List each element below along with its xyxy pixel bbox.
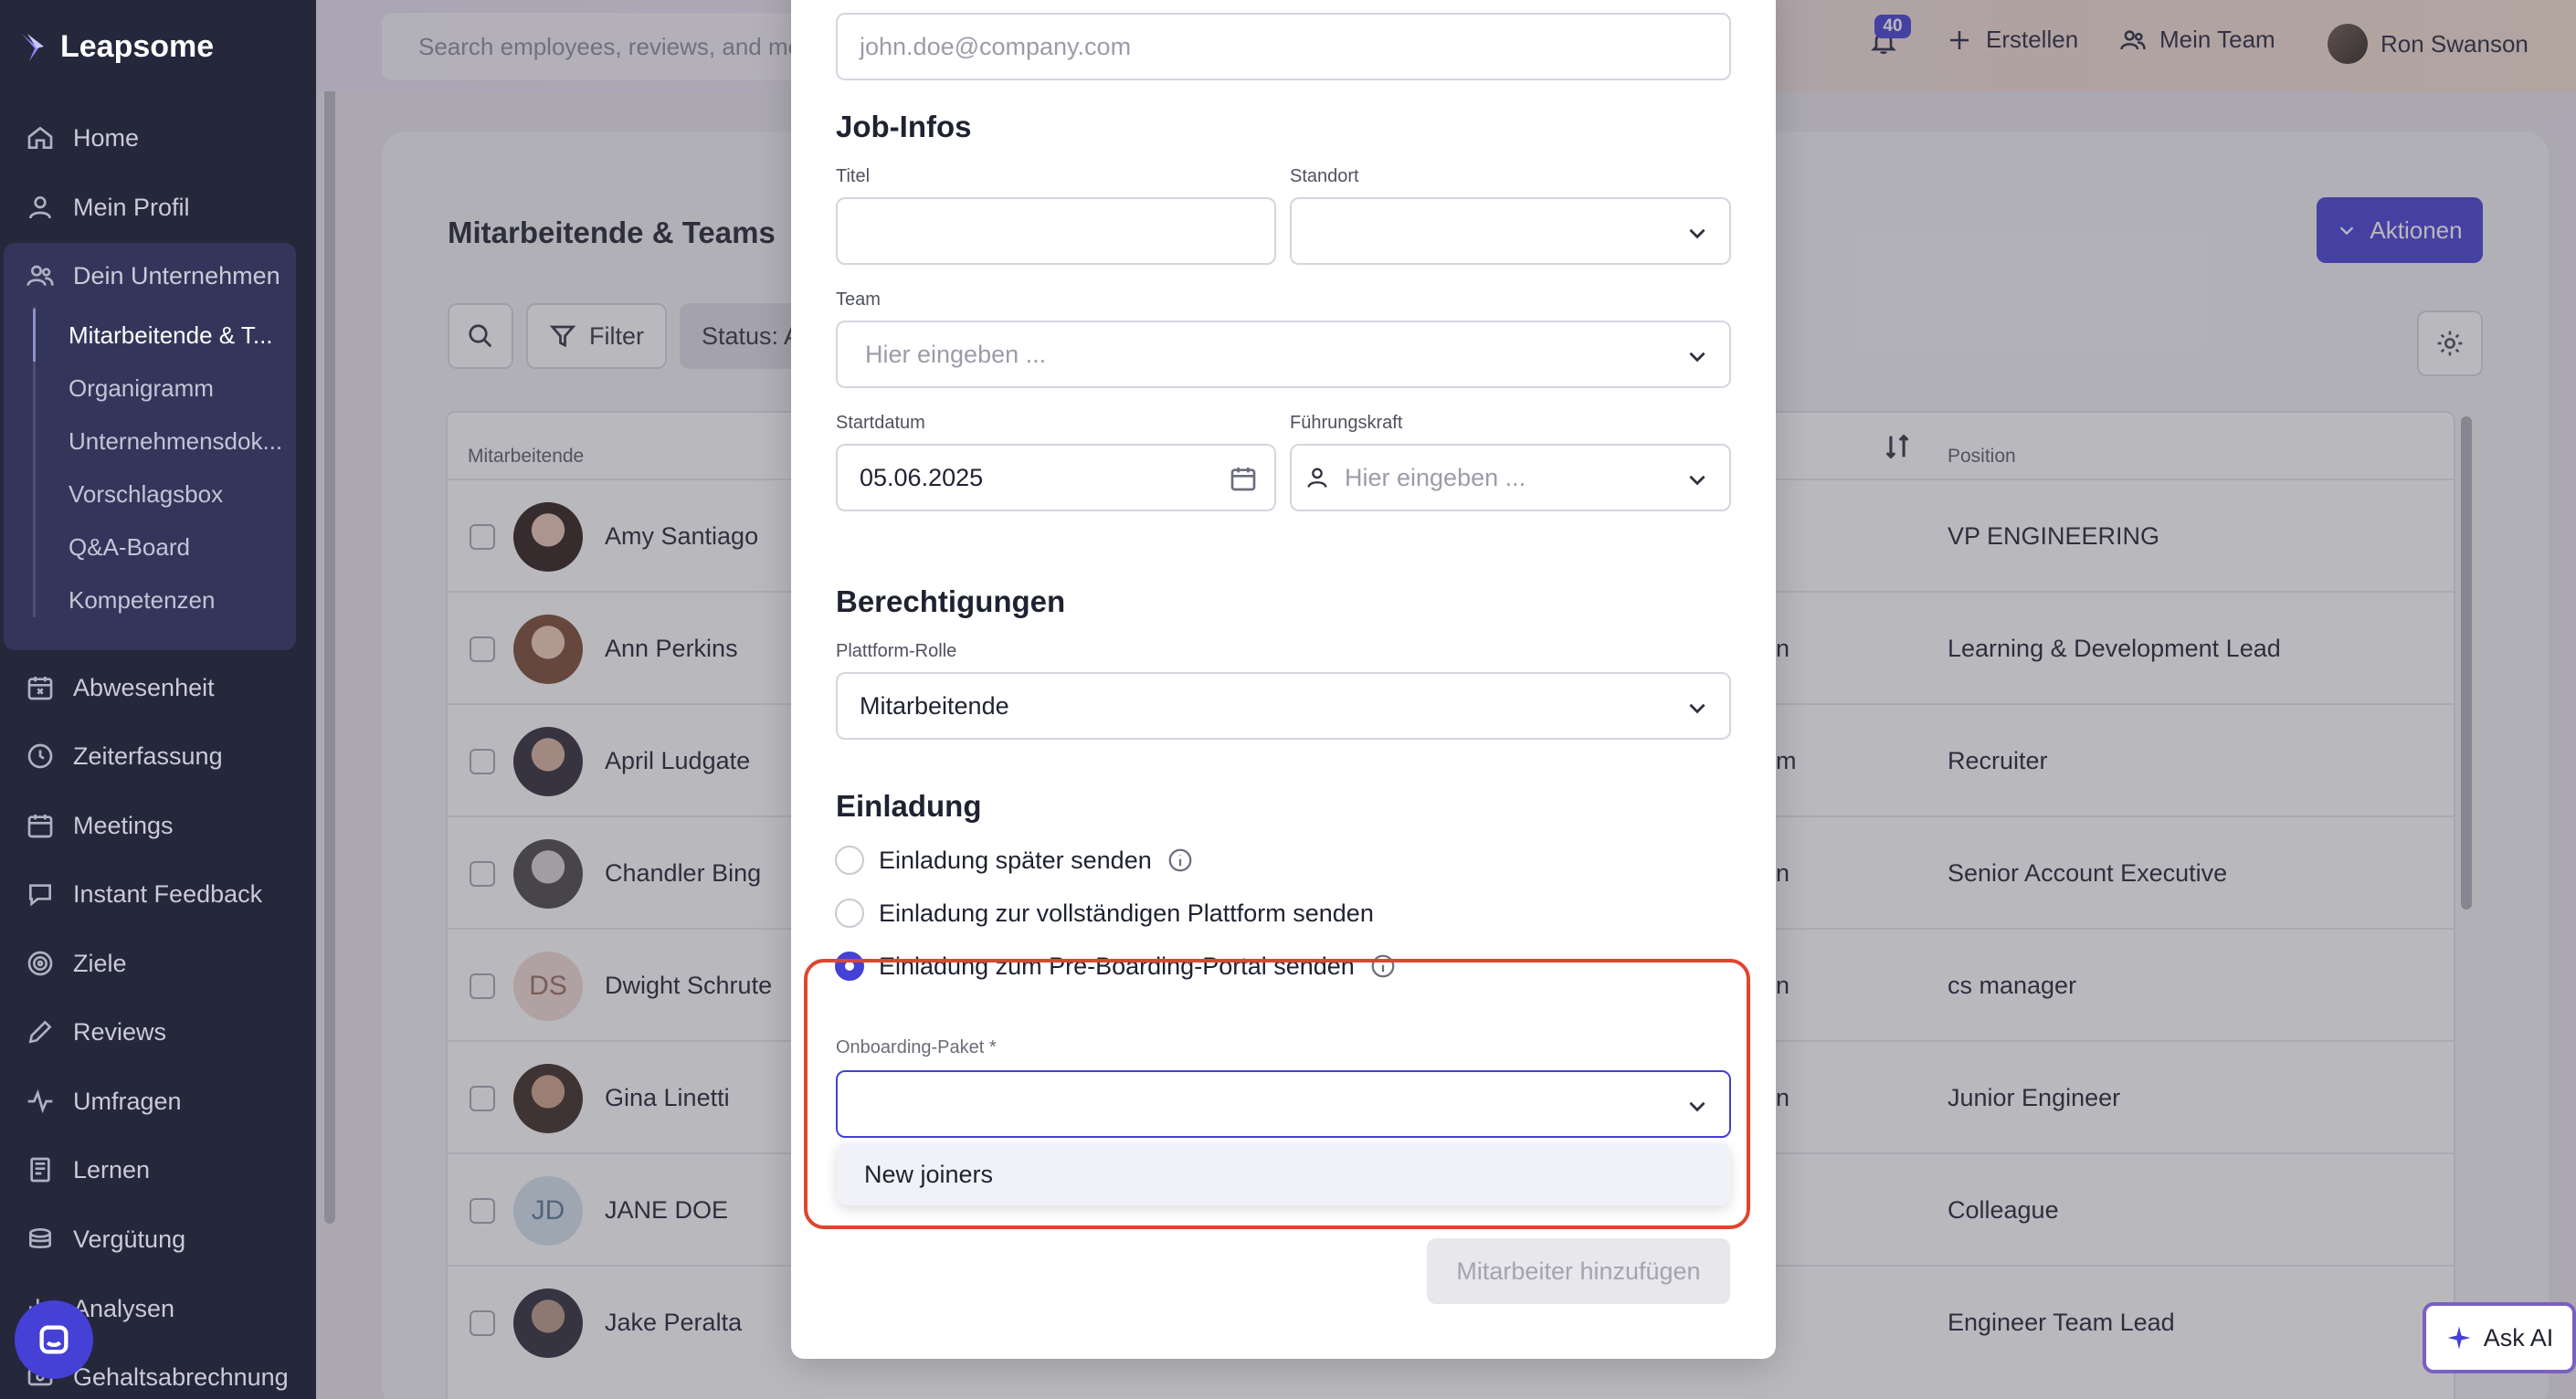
sidebar-item-surveys[interactable]: Umfragen (26, 1074, 182, 1129)
chevron-down-icon (1689, 703, 1705, 714)
manager-select[interactable]: Hier eingeben ... (1290, 444, 1731, 511)
add-employee-button[interactable]: Mitarbeiter hinzufügen (1427, 1238, 1730, 1304)
sidebar-item-label: Gehaltsabrechnung (73, 1362, 289, 1391)
radio-button[interactable] (835, 846, 864, 875)
sidebar-item-learning[interactable]: Lernen (26, 1142, 150, 1197)
sidebar-item-feedback[interactable]: Instant Feedback (26, 867, 262, 921)
app-logo[interactable]: Leapsome (20, 29, 214, 65)
clock-icon (27, 743, 53, 769)
platform-role-select[interactable]: Mitarbeitende (836, 672, 1731, 740)
title-label: Titel (836, 166, 871, 186)
permissions-heading: Berechtigungen (836, 584, 1066, 618)
sidebar-item-label: Zeiterfassung (73, 742, 223, 770)
sidebar-item-company[interactable]: Dein Unternehmen (26, 248, 280, 303)
option-label: Einladung zur vollständigen Plattform se… (879, 899, 1374, 927)
ask-ai-button[interactable]: Ask AI (2423, 1302, 2576, 1373)
sidebar-subitem-competencies[interactable]: Kompetenzen (69, 577, 215, 623)
sidebar-item-meetings[interactable]: Meetings (26, 798, 174, 853)
sidebar-subitem-qa[interactable]: Q&A-Board (69, 524, 190, 570)
home-icon (27, 126, 53, 149)
sidebar-item-label: Instant Feedback (73, 879, 263, 908)
sidebar-item-home[interactable]: Home (26, 110, 139, 165)
invitation-heading: Einladung (836, 789, 982, 823)
info-icon[interactable] (1167, 847, 1194, 874)
sidebar-item-label: Reviews (73, 1017, 167, 1046)
calendar-icon (27, 815, 53, 838)
manager-placeholder: Hier eingeben ... (1345, 463, 1526, 491)
sidebar-item-profile[interactable]: Mein Profil (26, 180, 190, 235)
sidebar-item-label: Meetings (73, 811, 174, 839)
role-value: Mitarbeitende (860, 691, 1009, 720)
sidebar-item-label: Dein Unternehmen (73, 261, 280, 289)
chat-icon (29, 884, 51, 907)
user-icon (1307, 468, 1327, 488)
sidebar-item-label: Analysen (73, 1294, 175, 1322)
email-field[interactable]: john.doe@company.com (836, 13, 1731, 80)
sidebar-subitem-employees[interactable]: Mitarbeitende & T... (69, 312, 273, 358)
chat-icon (39, 1325, 69, 1354)
sidebar-subitem-suggestions[interactable]: Vorschlagsbox (69, 471, 223, 517)
sidebar-item-label: Vergütung (73, 1225, 186, 1253)
start-date-label: Startdatum (836, 413, 925, 433)
radio-button[interactable] (835, 899, 864, 928)
job-info-heading: Job-Infos (836, 110, 972, 143)
location-label: Standort (1290, 166, 1359, 186)
option-label: New joiners (864, 1160, 994, 1188)
leapsome-logo-icon (22, 33, 44, 61)
sidebar-item-label: Lernen (73, 1155, 151, 1183)
invite-full-platform-option[interactable]: Einladung zur vollständigen Plattform se… (835, 899, 1374, 928)
team-label: Team (836, 289, 881, 310)
book-icon (30, 1157, 50, 1183)
chevron-down-icon (1689, 228, 1705, 239)
sidebar-item-label: Mein Profil (73, 193, 190, 221)
calendar-icon[interactable] (1229, 464, 1258, 493)
sidebar-item-label: Ziele (73, 949, 127, 977)
sidebar-item-reviews[interactable]: Reviews (26, 1005, 166, 1059)
start-date-value: 05.06.2025 (860, 463, 984, 491)
ask-ai-label: Ask AI (2483, 1323, 2554, 1352)
sidebar-item-goals[interactable]: Ziele (26, 936, 127, 991)
team-select[interactable]: Hier eingeben ... (836, 321, 1731, 388)
sidebar: Leapsome Home Mein Profil Dein Unternehm… (0, 0, 316, 1399)
option-label: Einladung später senden (879, 846, 1152, 874)
dropdown-option-new-joiners[interactable]: New joiners (837, 1143, 1730, 1205)
sparkle-icon (2447, 1326, 2471, 1350)
target-icon (27, 951, 53, 976)
sidebar-item-absence[interactable]: Abwesenheit (26, 660, 215, 715)
chevron-down-icon (1689, 352, 1705, 363)
start-date-input[interactable]: 05.06.2025 (836, 444, 1276, 511)
title-input[interactable] (836, 197, 1276, 265)
role-label: Plattform-Rolle (836, 641, 957, 661)
sidebar-item-label: Umfragen (73, 1087, 182, 1115)
chat-support-button[interactable] (15, 1300, 93, 1379)
location-select[interactable] (1290, 197, 1731, 265)
submenu-active-indicator (33, 309, 36, 362)
sidebar-subitem-documents[interactable]: Unternehmensdok... (69, 418, 282, 464)
manager-label: Führungskraft (1290, 413, 1403, 433)
coins-icon (29, 1228, 51, 1248)
sidebar-item-timetracking[interactable]: Zeiterfassung (26, 729, 223, 784)
pen-icon (28, 1020, 52, 1044)
sidebar-item-compensation[interactable]: Vergütung (26, 1212, 185, 1267)
invite-later-option[interactable]: Einladung später senden (835, 846, 1194, 875)
sidebar-item-label: Home (73, 123, 140, 152)
sidebar-item-label: Abwesenheit (73, 673, 215, 701)
pulse-icon (27, 1089, 53, 1114)
team-placeholder: Hier eingeben ... (865, 340, 1047, 368)
chevron-down-icon (1689, 475, 1705, 486)
sidebar-subitem-orgchart[interactable]: Organigramm (69, 365, 214, 411)
calendar-x-icon (27, 677, 53, 700)
app-name: Leapsome (60, 29, 215, 64)
email-placeholder: john.doe@company.com (860, 32, 1132, 60)
people-icon (26, 265, 54, 287)
user-icon (29, 196, 51, 219)
